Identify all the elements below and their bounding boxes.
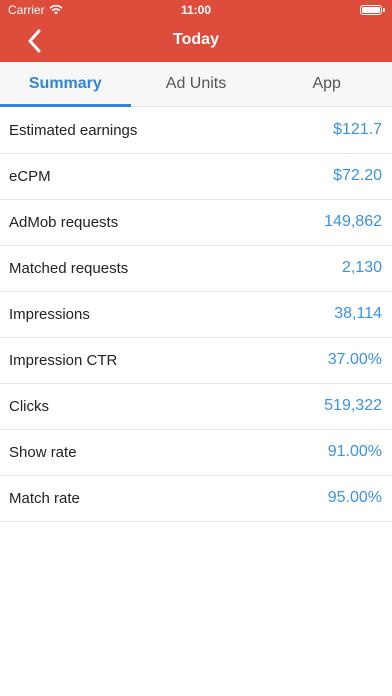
list-item-admob-requests: AdMob requests 149,862 — [0, 200, 392, 246]
metric-label: Show rate — [9, 444, 77, 461]
tab-ad-units[interactable]: Ad Units — [131, 62, 262, 106]
tab-app[interactable]: App — [261, 62, 392, 106]
list-item-matched-requests: Matched requests 2,130 — [0, 246, 392, 292]
metric-value: 38,114 — [334, 305, 382, 322]
metric-label: eCPM — [9, 168, 51, 185]
list-item-impressions: Impressions 38,114 — [0, 292, 392, 338]
metric-value: $72.20 — [333, 167, 382, 184]
metric-value: $121.7 — [333, 121, 382, 138]
metric-label: AdMob requests — [9, 214, 119, 231]
metric-label: Clicks — [9, 398, 49, 415]
metric-label: Match rate — [9, 490, 80, 507]
metric-label: Impression CTR — [9, 352, 118, 369]
metric-value: 91.00% — [327, 443, 382, 460]
metric-value: 149,862 — [324, 213, 382, 230]
list-item-show-rate: Show rate 91.00% — [0, 430, 392, 476]
list-item-ecpm: eCPM $72.20 — [0, 154, 392, 200]
list-item-impression-ctr: Impression CTR 37.00% — [0, 338, 392, 384]
battery-icon — [360, 5, 385, 15]
tab-bar: Summary Ad Units App — [0, 62, 392, 107]
navigation-bar: Today — [0, 20, 392, 62]
metric-value: 2,130 — [341, 259, 382, 276]
page-title: Today — [173, 31, 219, 48]
metric-value: 37.00% — [327, 351, 382, 368]
metric-label: Estimated earnings — [9, 122, 138, 139]
list-item-clicks: Clicks 519,322 — [0, 384, 392, 430]
tab-summary[interactable]: Summary — [0, 62, 131, 107]
list-item-match-rate: Match rate 95.00% — [0, 476, 392, 522]
metric-label: Matched requests — [9, 260, 129, 277]
metric-label: Impressions — [9, 306, 90, 323]
status-bar: Carrier 11:00 — [0, 0, 392, 20]
metrics-list: Estimated earnings $121.7 eCPM $72.20 Ad… — [0, 108, 392, 522]
metric-value: 95.00% — [327, 489, 382, 506]
list-item-estimated-earnings: Estimated earnings $121.7 — [0, 108, 392, 154]
metric-value: 519,322 — [324, 397, 382, 414]
status-time: 11:00 — [180, 3, 212, 17]
